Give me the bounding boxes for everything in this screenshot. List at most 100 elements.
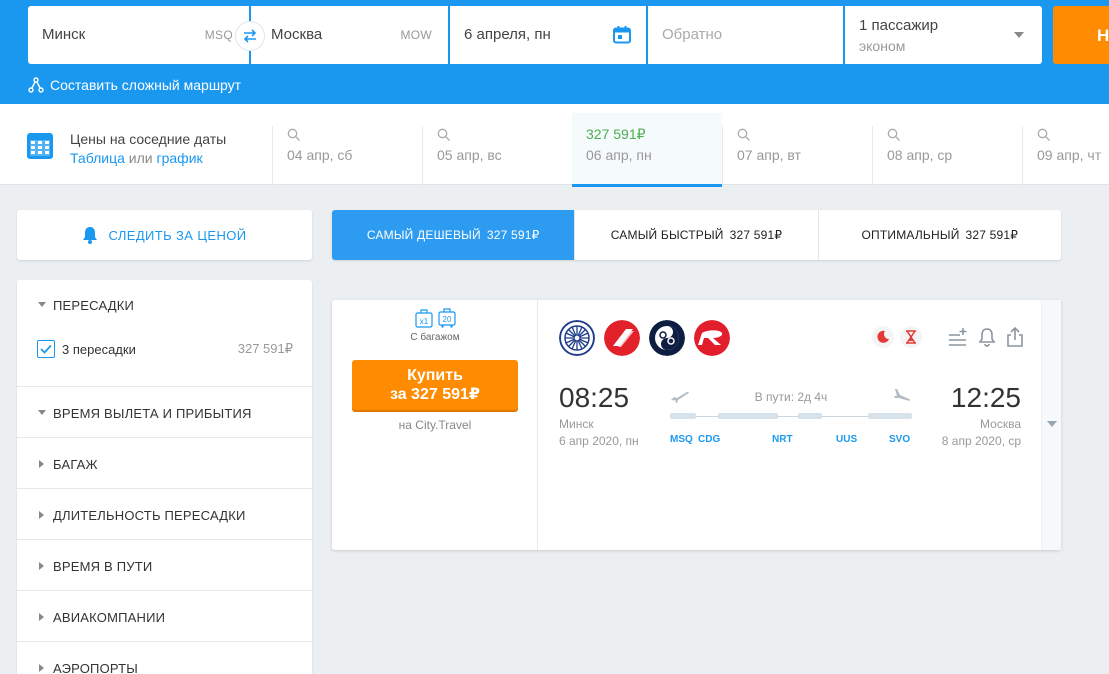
filter-travel-time[interactable]: ВРЕМЯ В ПУТИ bbox=[17, 540, 312, 591]
search-icon bbox=[1037, 128, 1050, 141]
filter-title: ВРЕМЯ ВЫЛЕТА И ПРИБЫТИЯ bbox=[53, 406, 252, 421]
or-text: или bbox=[128, 150, 153, 166]
hand-luggage-icon: x1 bbox=[415, 309, 433, 328]
long-layover-icon bbox=[900, 326, 922, 348]
return-date-field[interactable]: Обратно bbox=[648, 6, 843, 64]
sort-tab-cheapest[interactable]: САМЫЙ ДЕШЕВЫЙ 327 591₽ bbox=[332, 210, 576, 260]
search-icon bbox=[287, 128, 300, 141]
sort-price: 327 591₽ bbox=[965, 228, 1019, 242]
calendar-icon[interactable] bbox=[612, 25, 632, 45]
ticket-card: x1 20 С багажом Купить за 327 591₽ на Ci… bbox=[332, 300, 1061, 550]
origin-code: MSQ bbox=[204, 28, 233, 42]
airport-code[interactable]: UUS bbox=[836, 434, 857, 445]
find-tickets-button[interactable]: Н bbox=[1053, 6, 1109, 64]
jal-logo-icon bbox=[649, 320, 685, 356]
baggage-label: С багажом bbox=[410, 332, 460, 343]
check-icon bbox=[40, 344, 52, 354]
date-cell-07-apr[interactable]: 07 апр, вт bbox=[722, 126, 872, 186]
departure-time: 08:25 bbox=[559, 382, 630, 413]
filter-title: БАГАЖ bbox=[53, 457, 98, 472]
flight-duration: В пути: 2д 4ч bbox=[754, 390, 828, 404]
agency-name: на City.Travel bbox=[398, 418, 472, 432]
sort-tab-fastest[interactable]: САМЫЙ БЫСТРЫЙ 327 591₽ bbox=[575, 210, 819, 260]
filter-header: ДЛИТЕЛЬНОСТЬ ПЕРЕСАДКИ bbox=[17, 508, 312, 523]
hand-luggage-count: x1 bbox=[420, 317, 429, 326]
bell-icon bbox=[83, 227, 98, 244]
complex-route-link[interactable]: Составить сложный маршрут bbox=[28, 77, 241, 93]
filter-header: АЭРОПОРТЫ bbox=[17, 661, 312, 674]
airport-code[interactable]: SVO bbox=[889, 434, 910, 445]
chevron-right-icon bbox=[39, 562, 44, 570]
airport-code[interactable]: MSQ bbox=[670, 434, 693, 445]
chevron-down-icon bbox=[1047, 421, 1057, 427]
share-icon[interactable] bbox=[1006, 326, 1024, 348]
origin-field[interactable]: Минск MSQ bbox=[28, 6, 249, 64]
filter-layover-duration[interactable]: ДЛИТЕЛЬНОСТЬ ПЕРЕСАДКИ bbox=[17, 489, 312, 540]
filter-airports[interactable]: АЭРОПОРТЫ bbox=[17, 642, 312, 674]
nearby-prices-block: Цены на соседние даты Таблица или график bbox=[26, 130, 226, 166]
sort-label: САМЫЙ ДЕШЕВЫЙ bbox=[366, 228, 481, 242]
buy-price: за 327 591₽ bbox=[389, 386, 481, 403]
route-icon bbox=[28, 77, 44, 93]
sort-tab-optimal[interactable]: ОПТИМАЛЬНЫЙ 327 591₽ bbox=[819, 210, 1061, 260]
date-label: 06 апр, пн bbox=[586, 147, 652, 163]
date-cell-08-apr[interactable]: 08 апр, ср bbox=[872, 126, 1022, 186]
sort-price: 327 591₽ bbox=[486, 228, 540, 242]
sort-tabs: САМЫЙ ДЕШЕВЫЙ 327 591₽ САМЫЙ БЫСТРЫЙ 327… bbox=[332, 210, 1061, 260]
price-alert-bell-icon[interactable] bbox=[978, 327, 996, 347]
departure-date-field[interactable]: 6 апреля, пн bbox=[450, 6, 646, 64]
route-line bbox=[670, 413, 912, 419]
chevron-down-icon bbox=[1014, 32, 1024, 38]
filter-departure-arrival-time[interactable]: ВРЕМЯ ВЫЛЕТА И ПРИБЫТИЯ bbox=[17, 387, 312, 438]
passengers-select[interactable]: 1 пассажир эконом bbox=[845, 6, 1042, 64]
checkbox[interactable] bbox=[37, 340, 55, 358]
filter-airlines[interactable]: АВИАКОМПАНИИ bbox=[17, 591, 312, 642]
filters-panel: ПЕРЕСАДКИ 3 пересадки 327 591₽ ВРЕМЯ ВЫЛ… bbox=[17, 280, 312, 674]
destination-field[interactable]: Москва MOW bbox=[251, 6, 448, 64]
date-label: 05 апр, вс bbox=[437, 147, 502, 163]
swap-cities-button[interactable] bbox=[236, 22, 264, 50]
date-label: 08 апр, ср bbox=[887, 147, 953, 163]
destination-code: MOW bbox=[400, 28, 432, 42]
date-label: 09 апр, чт bbox=[1037, 147, 1102, 163]
date-cell-06-apr-selected[interactable]: 327 591₽ 06 апр, пн bbox=[572, 113, 722, 187]
arrival-time: 12:25 bbox=[950, 382, 1021, 413]
watch-price-label: СЛЕДИТЬ ЗА ЦЕНОЙ bbox=[108, 227, 247, 243]
sort-label: ОПТИМАЛЬНЫЙ bbox=[861, 228, 960, 242]
aurora-logo-icon bbox=[694, 320, 730, 356]
date-cell-04-apr[interactable]: 04 апр, сб bbox=[272, 126, 422, 186]
airport-code[interactable]: CDG bbox=[698, 434, 720, 445]
arrival-city: Москва bbox=[980, 417, 1021, 431]
chevron-right-icon bbox=[39, 613, 44, 621]
filter-header: БАГАЖ bbox=[17, 457, 312, 472]
departure-date-value: 6 апреля, пн bbox=[464, 26, 551, 43]
landing-icon bbox=[894, 389, 910, 401]
search-header: Минск MSQ Москва MOW 6 апреля, пн Обратн… bbox=[0, 0, 1109, 104]
date-price: 327 591₽ bbox=[586, 126, 646, 142]
date-label: 07 апр, вт bbox=[737, 147, 801, 163]
search-icon bbox=[437, 128, 450, 141]
passengers-count: 1 пассажир bbox=[859, 17, 939, 34]
filter-stops-header[interactable]: ПЕРЕСАДКИ bbox=[17, 298, 312, 313]
filter-header: АВИАКОМПАНИИ bbox=[17, 610, 312, 625]
buy-button[interactable]: Купить за 327 591₽ bbox=[352, 360, 518, 410]
add-to-compare-icon[interactable] bbox=[948, 327, 968, 347]
arrival-date: 8 апр 2020, ср bbox=[941, 434, 1021, 448]
airport-code[interactable]: NRT bbox=[772, 434, 793, 445]
baggage-icons: x1 20 bbox=[415, 308, 456, 328]
date-cell-05-apr[interactable]: 05 апр, вс bbox=[422, 126, 572, 186]
date-cell-09-apr[interactable]: 09 апр, чт bbox=[1022, 126, 1109, 186]
return-placeholder: Обратно bbox=[662, 26, 723, 43]
table-link[interactable]: Таблица bbox=[70, 150, 125, 166]
chart-link[interactable]: график bbox=[157, 150, 203, 166]
complex-route-label: Составить сложный маршрут bbox=[50, 77, 242, 93]
search-icon bbox=[887, 128, 900, 141]
watch-price-button[interactable]: СЛЕДИТЬ ЗА ЦЕНОЙ bbox=[17, 210, 312, 260]
nearby-dates-strip: Цены на соседние даты Таблица или график… bbox=[0, 104, 1109, 187]
filter-header: ВРЕМЯ В ПУТИ bbox=[17, 559, 312, 574]
chevron-right-icon bbox=[39, 511, 44, 519]
stops-option-3[interactable]: 3 пересадки 327 591₽ bbox=[37, 340, 293, 358]
airfrance-logo-icon bbox=[604, 320, 640, 356]
ticket-expand-toggle[interactable] bbox=[1041, 300, 1061, 550]
filter-baggage[interactable]: БАГАЖ bbox=[17, 438, 312, 489]
